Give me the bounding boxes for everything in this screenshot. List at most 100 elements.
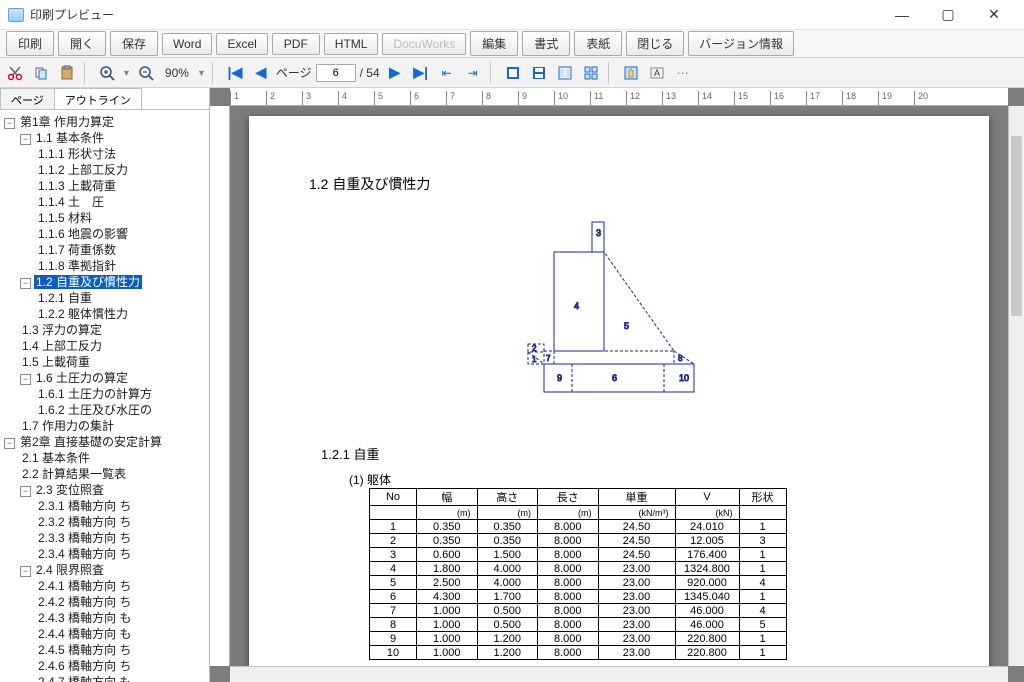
text-select-icon[interactable]: A bbox=[646, 62, 668, 84]
cut-icon[interactable] bbox=[4, 62, 26, 84]
app-icon bbox=[8, 8, 24, 22]
titlebar: 印刷プレビュー — ▢ ✕ bbox=[0, 0, 1024, 30]
structure-diagram: 3 4 5 2 1 7 8 9 bbox=[504, 214, 734, 414]
tree-s1-6-1[interactable]: 1.6.1 土圧力の計算方 bbox=[36, 387, 154, 401]
tree-s2-4-2[interactable]: 2.4.2 橋軸方向 ち bbox=[36, 595, 133, 609]
edit-button[interactable]: 編集 bbox=[470, 31, 518, 56]
tree-s1-6-2[interactable]: 1.6.2 土圧及び水圧の bbox=[36, 403, 154, 417]
close-doc-button[interactable]: 閉じる bbox=[626, 31, 684, 56]
tree-s1-1-5[interactable]: 1.1.5 材料 bbox=[36, 211, 94, 225]
horizontal-scrollbar[interactable] bbox=[230, 666, 1008, 682]
tree-s1-1[interactable]: 1.1 基本条件 bbox=[34, 131, 106, 145]
tree-s2-3-1[interactable]: 2.3.1 橋軸方向 ち bbox=[36, 499, 133, 513]
copy-icon[interactable] bbox=[30, 62, 52, 84]
format-button[interactable]: 書式 bbox=[522, 31, 570, 56]
tree-s2-3-3[interactable]: 2.3.3 橋軸方向 ち bbox=[36, 531, 133, 545]
document-page: 1.2 自重及び慣性力 3 4 5 2 1 7 bbox=[249, 116, 989, 666]
tab-page[interactable]: ページ bbox=[0, 88, 55, 109]
next-page-icon[interactable]: ▶ bbox=[384, 62, 406, 84]
two-page-icon[interactable] bbox=[554, 62, 576, 84]
tab-outline[interactable]: アウトライン bbox=[54, 88, 142, 109]
prev-page-icon[interactable]: ◀ bbox=[250, 62, 272, 84]
last-page-icon[interactable]: ▶| bbox=[410, 62, 432, 84]
tree-s2-4-4[interactable]: 2.4.4 橋軸方向 も bbox=[36, 627, 133, 641]
excel-button[interactable]: Excel bbox=[216, 33, 267, 55]
tree-s1-6[interactable]: 1.6 土圧力の算定 bbox=[34, 371, 130, 385]
version-button[interactable]: バージョン情報 bbox=[688, 31, 794, 56]
maximize-button[interactable]: ▢ bbox=[926, 4, 970, 26]
caption-body: (1) 躯体 bbox=[309, 471, 929, 488]
grid-page-icon[interactable] bbox=[580, 62, 602, 84]
main-toolbar: 印刷 開く 保存 Word Excel PDF HTML DocuWorks 編… bbox=[0, 30, 1024, 58]
tree-s2-3-2[interactable]: 2.3.2 橋軸方向 ち bbox=[36, 515, 133, 529]
tree-s2-4-1[interactable]: 2.4.1 橋軸方向 ち bbox=[36, 579, 133, 593]
tree-s2-4-3[interactable]: 2.4.3 橋軸方向 も bbox=[36, 611, 133, 625]
tree-s1-1-1[interactable]: 1.1.1 形状寸法 bbox=[36, 147, 118, 161]
svg-text:7: 7 bbox=[546, 354, 551, 363]
tree-s1-1-3[interactable]: 1.1.3 上載荷重 bbox=[36, 179, 118, 193]
vertical-ruler bbox=[210, 106, 230, 666]
tree-s1-1-6[interactable]: 1.1.6 地震の影響 bbox=[36, 227, 130, 241]
zoom-in-icon[interactable] bbox=[96, 62, 118, 84]
tree-s1-2[interactable]: 1.2 自重及び慣性力 bbox=[34, 275, 142, 289]
move-left-icon[interactable]: ⇤ bbox=[436, 62, 458, 84]
tree-s1-1-8[interactable]: 1.1.8 準拠指針 bbox=[36, 259, 118, 273]
svg-text:10: 10 bbox=[679, 373, 689, 383]
more-icon[interactable]: ⋯ bbox=[672, 62, 694, 84]
heading-1-2-1: 1.2.1 自重 bbox=[309, 444, 929, 463]
tree-s1-1-4[interactable]: 1.1.4 土 圧 bbox=[36, 195, 106, 209]
zoom-percent: 90% bbox=[161, 66, 193, 80]
outline-tree[interactable]: −第1章 作用力算定 −1.1 基本条件 1.1.1 形状寸法 1.1.2 上部… bbox=[0, 110, 209, 682]
svg-text:8: 8 bbox=[678, 354, 683, 363]
svg-text:4: 4 bbox=[574, 301, 579, 311]
svg-text:6: 6 bbox=[612, 373, 617, 383]
tree-s1-2-1[interactable]: 1.2.1 自重 bbox=[36, 291, 94, 305]
single-page-icon[interactable] bbox=[502, 62, 524, 84]
html-button[interactable]: HTML bbox=[324, 33, 379, 55]
print-button[interactable]: 印刷 bbox=[6, 31, 54, 56]
continuous-page-icon[interactable] bbox=[528, 62, 550, 84]
close-button[interactable]: ✕ bbox=[972, 4, 1016, 26]
tree-s2-2[interactable]: 2.2 計算結果一覧表 bbox=[20, 467, 128, 481]
page-number-input[interactable] bbox=[316, 64, 356, 82]
view-toolbar: ▼ 90% ▼ |◀ ◀ ページ / 54 ▶ ▶| ⇤ ⇥ A ⋯ bbox=[0, 58, 1024, 88]
tree-s2-1[interactable]: 2.1 基本条件 bbox=[20, 451, 92, 465]
tree-s1-7[interactable]: 1.7 作用力の集計 bbox=[20, 419, 116, 433]
cover-button[interactable]: 表紙 bbox=[574, 31, 622, 56]
tree-s2-4-5[interactable]: 2.4.5 橋軸方向 ち bbox=[36, 643, 133, 657]
svg-text:A: A bbox=[654, 68, 660, 78]
page-label: ページ bbox=[276, 64, 312, 81]
tree-s1-4[interactable]: 1.4 上部工反力 bbox=[20, 339, 104, 353]
tree-s1-1-2[interactable]: 1.1.2 上部工反力 bbox=[36, 163, 130, 177]
tree-s1-5[interactable]: 1.5 上載荷重 bbox=[20, 355, 92, 369]
page-total: / 54 bbox=[360, 66, 380, 80]
svg-text:9: 9 bbox=[557, 373, 562, 383]
tree-s2-4-7[interactable]: 2.4.7 橋軸方向 も bbox=[36, 675, 133, 682]
tree-s2-4[interactable]: 2.4 限界照査 bbox=[34, 563, 106, 577]
svg-text:5: 5 bbox=[624, 321, 629, 331]
docuworks-button: DocuWorks bbox=[382, 33, 466, 55]
zoom-out-icon[interactable] bbox=[135, 62, 157, 84]
paste-icon[interactable] bbox=[56, 62, 78, 84]
tree-s1-3[interactable]: 1.3 浮力の算定 bbox=[20, 323, 104, 337]
word-button[interactable]: Word bbox=[162, 33, 212, 55]
tree-ch1[interactable]: 第1章 作用力算定 bbox=[18, 115, 116, 129]
move-right-icon[interactable]: ⇥ bbox=[462, 62, 484, 84]
tree-s2-4-6[interactable]: 2.4.6 橋軸方向 ち bbox=[36, 659, 133, 673]
first-page-icon[interactable]: |◀ bbox=[224, 62, 246, 84]
tree-s2-3-4[interactable]: 2.3.4 橋軸方向 ち bbox=[36, 547, 133, 561]
tree-s1-1-7[interactable]: 1.1.7 荷重係数 bbox=[36, 243, 118, 257]
hand-tool-icon[interactable] bbox=[620, 62, 642, 84]
window-title: 印刷プレビュー bbox=[30, 6, 880, 23]
tree-s1-2-2[interactable]: 1.2.2 躯体慣性力 bbox=[36, 307, 130, 321]
save-button[interactable]: 保存 bbox=[110, 31, 158, 56]
tree-s2-3[interactable]: 2.3 変位照査 bbox=[34, 483, 106, 497]
pdf-button[interactable]: PDF bbox=[272, 33, 320, 55]
vertical-scrollbar[interactable] bbox=[1008, 106, 1024, 666]
outline-pane: ページ アウトライン −第1章 作用力算定 −1.1 基本条件 1.1.1 形状… bbox=[0, 88, 210, 682]
open-button[interactable]: 開く bbox=[58, 31, 106, 56]
tree-ch2[interactable]: 第2章 直接基礎の安定計算 bbox=[18, 435, 164, 449]
horizontal-ruler: 1234567891011121314151617181920 bbox=[230, 88, 1008, 106]
page-scroll[interactable]: 1.2 自重及び慣性力 3 4 5 2 1 7 bbox=[230, 106, 1008, 666]
minimize-button[interactable]: — bbox=[880, 4, 924, 26]
